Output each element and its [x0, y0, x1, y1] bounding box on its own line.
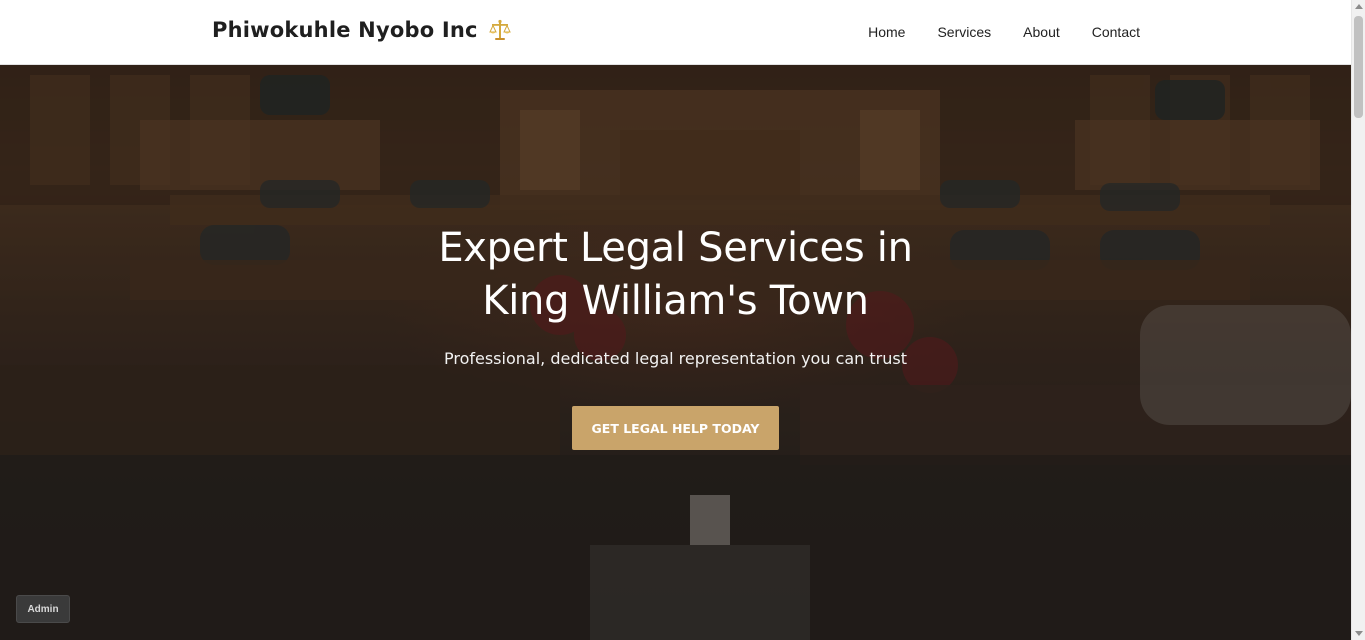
hero-title-line1: Expert Legal Services in	[438, 225, 913, 271]
hero-section: Expert Legal Services in King William's …	[0, 65, 1351, 640]
brand-logo[interactable]: Phiwokuhle Nyobo Inc	[212, 18, 512, 42]
get-legal-help-button[interactable]: GET LEGAL HELP TODAY	[572, 406, 779, 450]
nav-about[interactable]: About	[1023, 24, 1060, 40]
scroll-up-icon[interactable]	[1355, 4, 1363, 9]
nav-home[interactable]: Home	[868, 24, 905, 40]
brand-name: Phiwokuhle Nyobo Inc	[212, 18, 478, 42]
scroll-down-icon[interactable]	[1355, 631, 1363, 636]
admin-button[interactable]: Admin	[16, 595, 70, 623]
site-header: Phiwokuhle Nyobo Inc Home Services About…	[0, 0, 1351, 65]
nav-services[interactable]: Services	[937, 24, 991, 40]
hero-title-line2: King William's Town	[482, 278, 869, 324]
main-nav: Home Services About Contact	[868, 24, 1140, 40]
scroll-thumb[interactable]	[1354, 16, 1363, 118]
nav-contact[interactable]: Contact	[1092, 24, 1140, 40]
hero-subtitle: Professional, dedicated legal representa…	[443, 349, 907, 368]
scales-of-justice-icon	[488, 18, 512, 42]
hero-title: Expert Legal Services in King William's …	[0, 222, 1351, 328]
page-scrollbar[interactable]	[1351, 0, 1365, 640]
